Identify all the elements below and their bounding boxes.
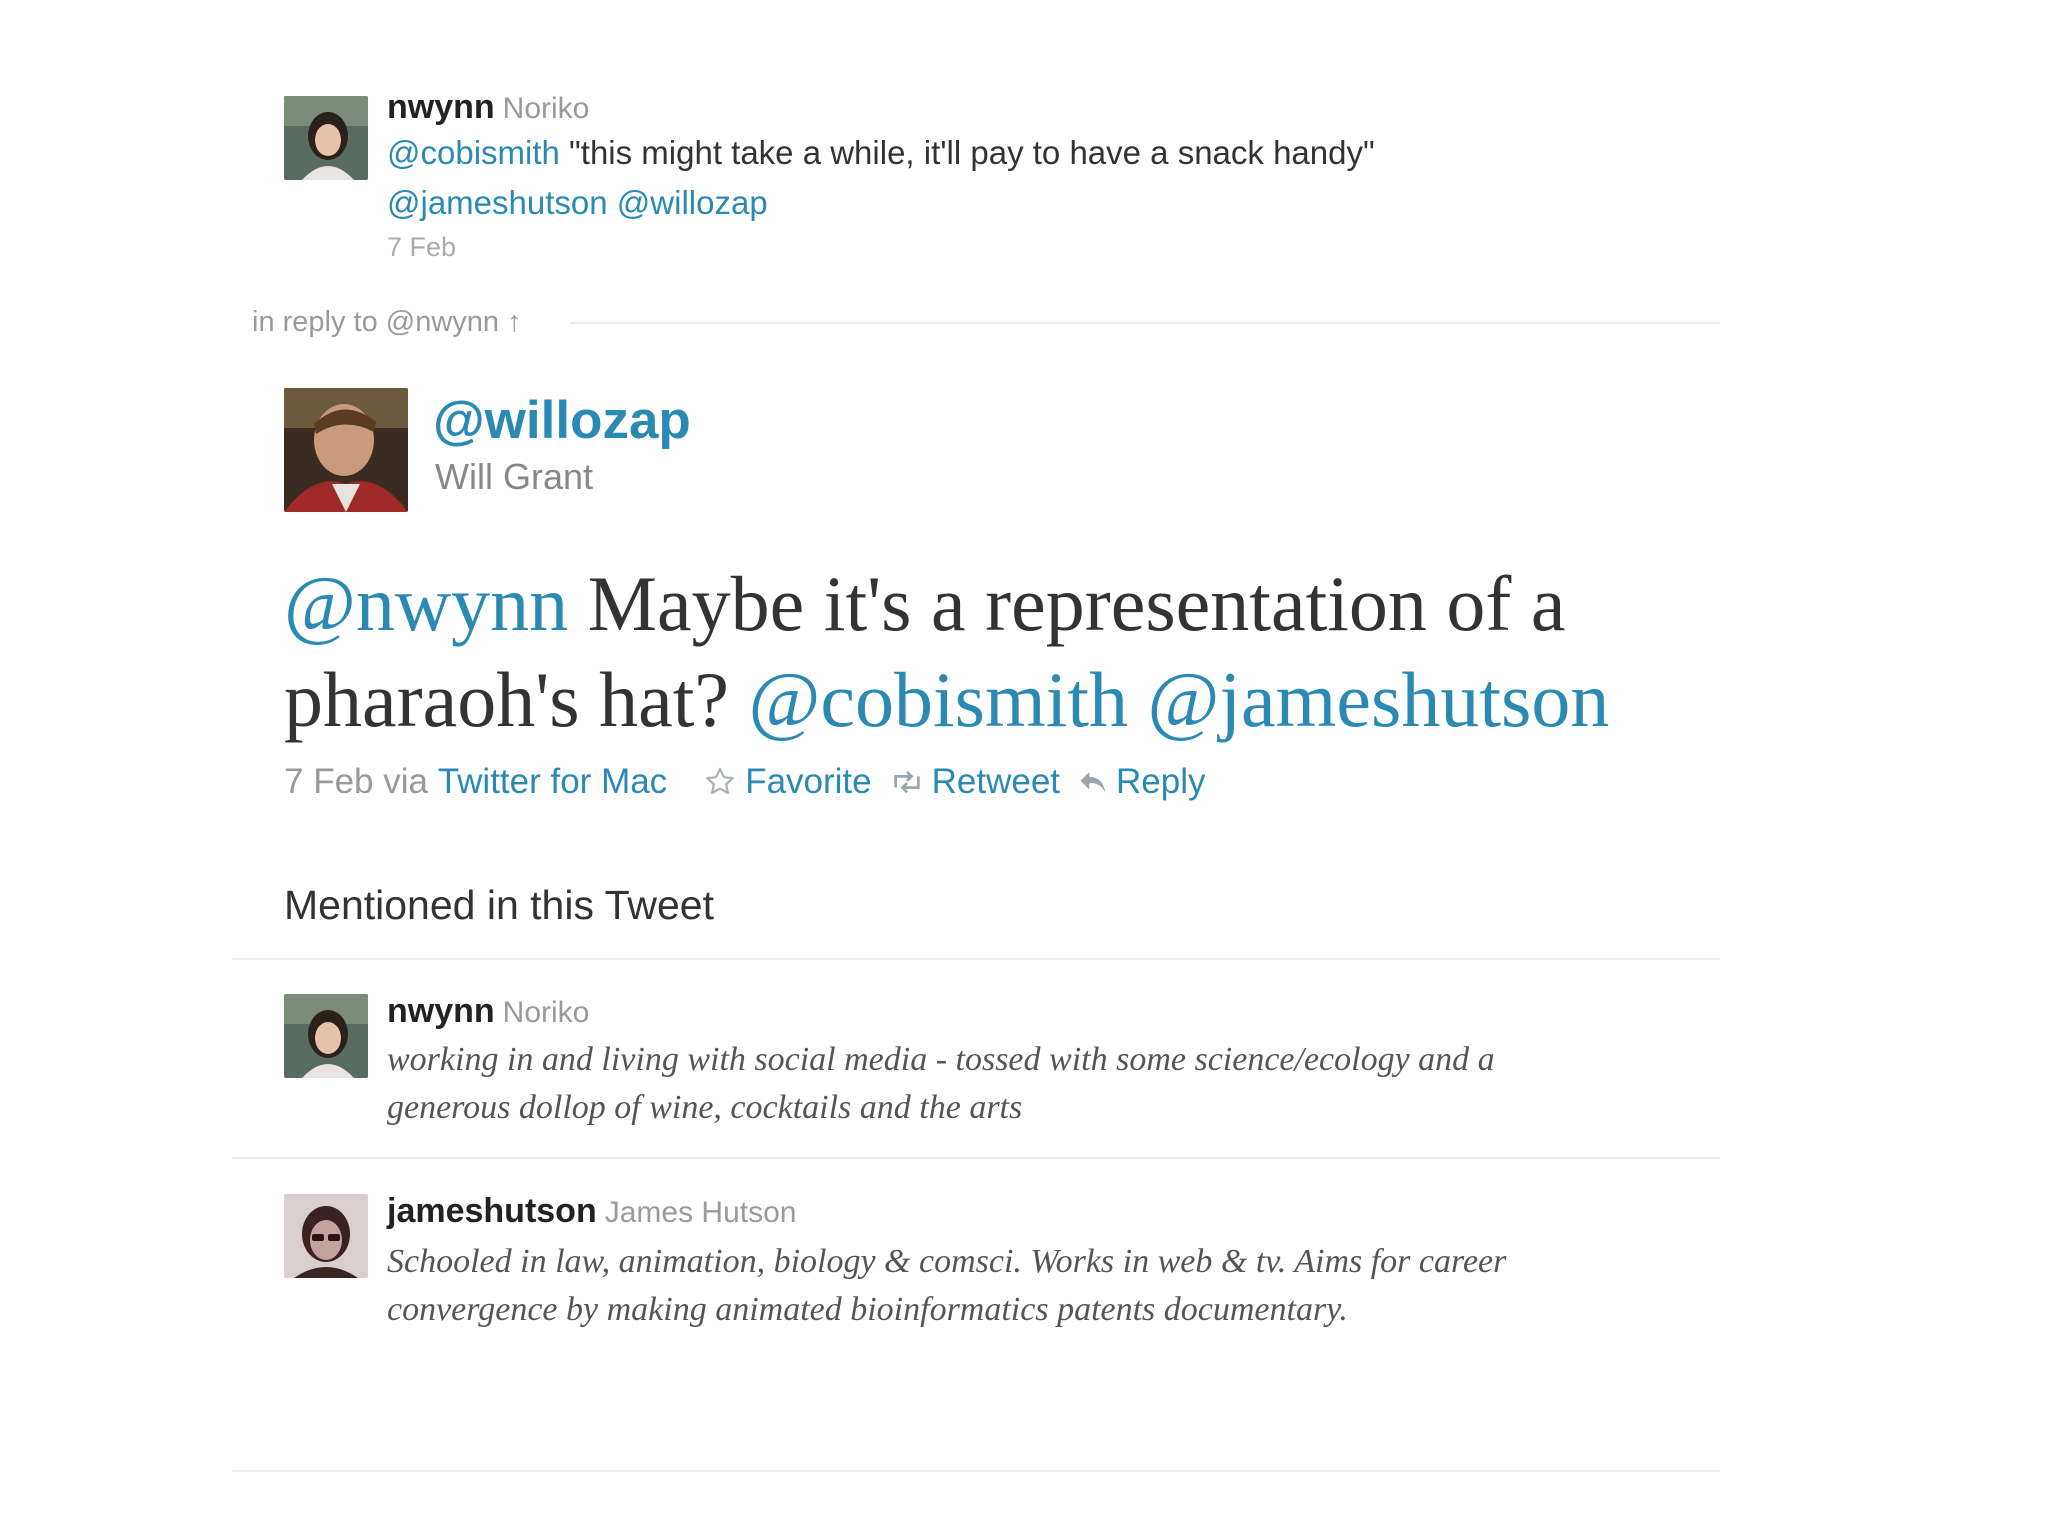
retweet-icon bbox=[893, 770, 920, 794]
mention-link[interactable]: @cobismith bbox=[749, 656, 1129, 743]
divider bbox=[232, 1470, 1720, 1472]
divider bbox=[232, 958, 1720, 960]
client-link[interactable]: Twitter for Mac bbox=[438, 762, 667, 802]
avatar-jameshutson[interactable] bbox=[284, 1194, 368, 1278]
favorite-button[interactable]: Favorite bbox=[703, 762, 872, 802]
star-icon bbox=[706, 767, 735, 795]
user-bio: working in and living with social media … bbox=[387, 1041, 1495, 1126]
mention-link[interactable]: @cobismith bbox=[387, 134, 560, 171]
full-name: James Hutson bbox=[604, 1196, 797, 1229]
username[interactable]: jameshutson bbox=[387, 1192, 597, 1230]
main-tweet-name: Will Grant bbox=[435, 456, 594, 497]
favorite-label: Favorite bbox=[745, 762, 872, 801]
in-reply-to-link[interactable]: in reply to @nwynn ↑ bbox=[252, 306, 522, 339]
up-arrow-icon: ↑ bbox=[507, 306, 522, 338]
retweet-label: Retweet bbox=[931, 762, 1061, 801]
main-tweet-handle[interactable]: @willozap bbox=[433, 390, 691, 451]
avatar-jameshutson-image bbox=[284, 1194, 368, 1278]
main-tweet-text: @nwynn Maybe it's a representation of a … bbox=[284, 556, 1734, 748]
divider bbox=[570, 322, 1720, 324]
avatar-nwynn[interactable] bbox=[284, 994, 368, 1078]
mention-link[interactable]: @nwynn bbox=[284, 560, 568, 647]
full-name: Noriko bbox=[502, 92, 590, 125]
retweet-button[interactable]: Retweet bbox=[890, 762, 1060, 802]
reply-button[interactable]: Reply bbox=[1078, 762, 1206, 802]
full-name: Noriko bbox=[502, 996, 590, 1029]
mentioned-user-header: jameshutson James Hutson bbox=[387, 1192, 796, 1231]
username[interactable]: nwynn bbox=[387, 88, 495, 126]
mentioned-section-title: Mentioned in this Tweet bbox=[284, 882, 714, 928]
reply-label: Reply bbox=[1116, 762, 1206, 801]
tweet-timestamp[interactable]: 7 Feb bbox=[387, 232, 456, 263]
avatar-nwynn[interactable] bbox=[284, 96, 368, 180]
mentioned-user-header: nwynn Noriko bbox=[387, 992, 589, 1031]
tweet-text-segment: "this might take a while, it'll pay to h… bbox=[559, 134, 1375, 171]
avatar-nwynn-image bbox=[284, 96, 368, 180]
avatar-nwynn-image bbox=[284, 994, 368, 1078]
tweet-date-via: 7 Feb via bbox=[284, 762, 438, 801]
in-reply-label: in reply to @nwynn bbox=[252, 306, 500, 338]
parent-tweet-header: nwynn Noriko bbox=[387, 88, 589, 127]
mention-link[interactable]: @willozap bbox=[617, 184, 768, 221]
avatar-willozap-image bbox=[284, 388, 408, 512]
user-bio: Schooled in law, animation, biology & co… bbox=[387, 1243, 1507, 1328]
avatar-willozap[interactable] bbox=[284, 388, 408, 512]
mention-link[interactable]: @jameshutson bbox=[387, 184, 608, 221]
reply-arrow-icon bbox=[1080, 772, 1106, 794]
mention-link[interactable]: @jameshutson bbox=[1148, 656, 1610, 743]
username[interactable]: nwynn bbox=[387, 992, 495, 1030]
main-tweet-meta: 7 Feb via Twitter for Mac Favorite Retwe… bbox=[284, 762, 1224, 802]
divider bbox=[232, 1157, 1720, 1159]
parent-tweet-text: @cobismith "this might take a while, it'… bbox=[387, 128, 1537, 228]
